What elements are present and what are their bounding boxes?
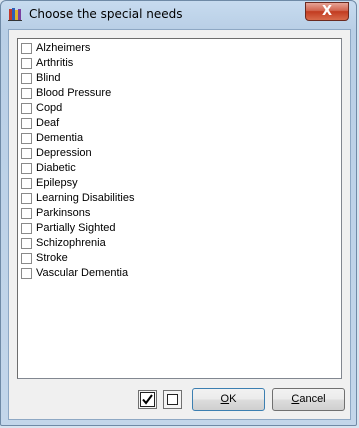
item-checkbox[interactable] [21, 163, 32, 174]
list-item[interactable]: Vascular Dementia [20, 266, 320, 281]
item-checkbox[interactable] [21, 58, 32, 69]
item-label: Copd [36, 102, 63, 114]
ok-label-rest: K [229, 393, 237, 405]
item-label: Alzheimers [36, 42, 91, 54]
item-checkbox[interactable] [21, 253, 32, 264]
list-item[interactable]: Learning Disabilities [20, 191, 320, 206]
list-item[interactable]: Deaf [20, 116, 320, 131]
item-label: Blind [36, 72, 61, 84]
uncheck-all-button[interactable] [163, 390, 182, 409]
dialog-body: Alzheimers Arthritis Blind Blood Pressure Co… [8, 29, 351, 420]
item-label: Epilepsy [36, 177, 78, 189]
item-label: Arthritis [36, 57, 74, 69]
item-label: Vascular Dementia [36, 267, 129, 279]
item-checkbox[interactable] [21, 43, 32, 54]
checkmark-icon [140, 392, 155, 407]
list-item[interactable]: Dementia [20, 131, 320, 146]
check-all-button[interactable] [138, 390, 157, 409]
item-label: Deaf [36, 117, 60, 129]
ok-button[interactable]: OK [192, 388, 265, 411]
item-checkbox[interactable] [21, 73, 32, 84]
list-item[interactable]: Diabetic [20, 161, 320, 176]
item-checkbox[interactable] [21, 238, 32, 249]
item-label: Blood Pressure [36, 87, 112, 99]
list-item[interactable]: Blood Pressure [20, 86, 320, 101]
item-label: Learning Disabilities [36, 192, 135, 204]
cancel-label-rest: ancel [299, 393, 326, 405]
item-label: Diabetic [36, 162, 76, 174]
list-item[interactable]: Blind [20, 71, 320, 86]
dialog-window: Choose the special needs X Alzheimers Art… [0, 0, 357, 426]
item-label: Dementia [36, 132, 84, 144]
item-checkbox[interactable] [21, 103, 32, 114]
list-item[interactable]: Stroke [20, 251, 320, 266]
list-item[interactable]: Arthritis [20, 56, 320, 71]
list-item[interactable]: Epilepsy [20, 176, 320, 191]
list-item[interactable]: Copd [20, 101, 320, 116]
list-item[interactable]: Schizophrenia [20, 236, 320, 251]
list-item[interactable]: Alzheimers [20, 41, 320, 56]
item-label: Parkinsons [36, 207, 91, 219]
item-checkbox[interactable] [21, 118, 32, 129]
window-title: Choose the special needs [29, 7, 183, 21]
item-checkbox[interactable] [21, 148, 32, 159]
item-checkbox[interactable] [21, 133, 32, 144]
cancel-button[interactable]: Cancel [272, 388, 345, 411]
item-label: Partially Sighted [36, 222, 116, 234]
empty-box-icon [167, 394, 178, 405]
item-label: Schizophrenia [36, 237, 106, 249]
title-bar[interactable]: Choose the special needs X [1, 1, 358, 29]
item-label: Depression [36, 147, 92, 159]
special-needs-list[interactable]: Alzheimers Arthritis Blind Blood Pressure Co… [17, 38, 342, 379]
list-item[interactable]: Partially Sighted [20, 221, 320, 236]
books-icon [8, 8, 22, 21]
ok-mnemonic: O [220, 393, 230, 405]
item-checkbox[interactable] [21, 208, 32, 219]
list-item[interactable]: Depression [20, 146, 320, 161]
close-button[interactable]: X [305, 2, 349, 21]
item-checkbox[interactable] [21, 268, 32, 279]
close-icon: X [321, 4, 333, 19]
list-item[interactable]: Parkinsons [20, 206, 320, 221]
item-checkbox[interactable] [21, 223, 32, 234]
item-label: Stroke [36, 252, 68, 264]
item-checkbox[interactable] [21, 193, 32, 204]
item-checkbox[interactable] [21, 178, 32, 189]
item-checkbox[interactable] [21, 88, 32, 99]
